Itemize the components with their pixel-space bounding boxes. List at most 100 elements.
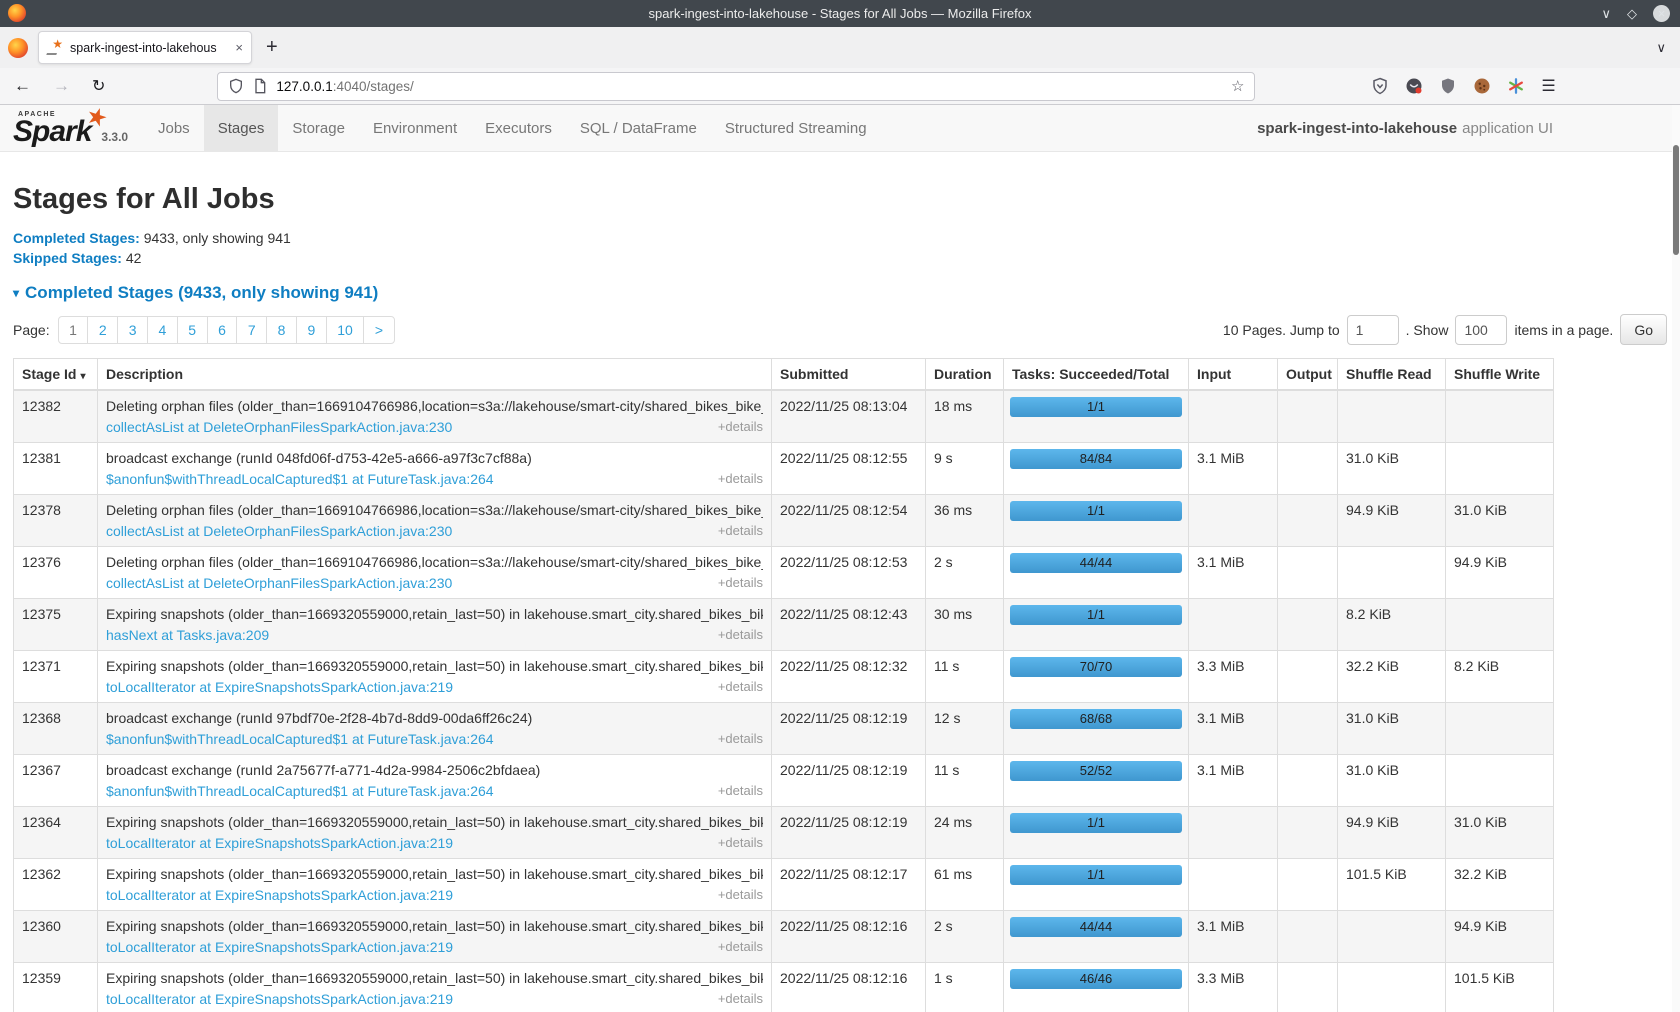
stage-callsite-link[interactable]: toLocalIterator at ExpireSnapshotsSparkA… [106,679,453,695]
details-toggle[interactable]: +details [718,783,763,799]
tasks-cell: 84/84 [1004,443,1189,495]
nav-item-executors[interactable]: Executors [471,105,566,151]
stage-id: 12368 [14,703,98,755]
shuffle-write-cell [1446,703,1554,755]
extension-multicolor-asterisk-icon[interactable] [1507,77,1525,95]
skipped-stages-label[interactable]: Skipped Stages: [13,250,122,266]
window-close-button[interactable]: × [1653,5,1670,22]
shuffle-read-cell: 31.0 KiB [1338,755,1446,807]
details-toggle[interactable]: +details [718,679,763,695]
browser-toolbar: ← → ↻ 127.0.0.1:4040/stages/ ☆ [0,68,1680,105]
collapse-caret-icon[interactable]: ▾ [13,286,19,300]
stage-callsite-link[interactable]: collectAsList at DeleteOrphanFilesSparkA… [106,419,452,435]
nav-item-jobs[interactable]: Jobs [144,105,204,151]
tab-close-icon[interactable]: × [235,40,243,55]
go-button[interactable]: Go [1620,314,1667,345]
column-header-submitted[interactable]: Submitted [772,359,926,391]
details-toggle[interactable]: +details [718,575,763,591]
pagination-page-4[interactable]: 4 [147,316,178,344]
pagination-page-6[interactable]: 6 [207,316,238,344]
browser-tab[interactable]: ★ spark-ingest-into-lakehous × [38,31,252,64]
window-maximize-button[interactable]: ◇ [1627,7,1637,20]
column-header-stage-id[interactable]: Stage Id▾ [14,359,98,391]
extension-cookie-icon[interactable] [1473,77,1491,95]
details-toggle[interactable]: +details [718,627,763,643]
jump-to-page-input[interactable] [1347,315,1399,345]
column-header-tasks-succeeded-total[interactable]: Tasks: Succeeded/Total [1004,359,1189,391]
extension-shield-check-icon[interactable] [1371,77,1389,95]
show-text: . Show [1406,322,1449,338]
url-bar[interactable]: 127.0.0.1:4040/stages/ ☆ [217,72,1255,101]
nav-item-environment[interactable]: Environment [359,105,471,151]
details-toggle[interactable]: +details [718,523,763,539]
tracking-protection-shield-icon[interactable] [228,78,244,94]
column-header-input[interactable]: Input [1189,359,1278,391]
spark-logo[interactable]: APACHE Spark ★ 3.3.0 [0,105,136,151]
stage-callsite-link[interactable]: $anonfun$withThreadLocalCaptured$1 at Fu… [106,471,494,487]
forward-button[interactable]: → [53,76,70,96]
stage-callsite-link[interactable]: toLocalIterator at ExpireSnapshotsSparkA… [106,887,453,903]
pagination-page-7[interactable]: 7 [236,316,267,344]
tab-bar: ★ spark-ingest-into-lakehous × + ∨ [0,27,1680,68]
reload-button[interactable]: ↻ [92,76,105,96]
tasks-cell: 52/52 [1004,755,1189,807]
tab-list-chevron-icon[interactable]: ∨ [1656,40,1666,56]
pagination-page-2[interactable]: 2 [87,316,118,344]
details-toggle[interactable]: +details [718,991,763,1007]
shuffle-write-cell [1446,599,1554,651]
stage-callsite-link[interactable]: toLocalIterator at ExpireSnapshotsSparkA… [106,991,453,1007]
extension-privacy-badge-icon[interactable] [1405,77,1423,95]
window-minimize-button[interactable]: ∨ [1601,7,1611,20]
stage-callsite-link[interactable]: collectAsList at DeleteOrphanFilesSparkA… [106,523,452,539]
submitted-cell: 2022/11/25 08:12:19 [772,703,926,755]
completed-stages-label[interactable]: Completed Stages: [13,230,140,246]
pagination-page-9[interactable]: 9 [296,316,327,344]
stage-callsite-link[interactable]: $anonfun$withThreadLocalCaptured$1 at Fu… [106,783,494,799]
shuffle-write-cell: 8.2 KiB [1446,651,1554,703]
stage-id: 12381 [14,443,98,495]
pagination-page-10[interactable]: 10 [326,316,365,344]
new-tab-button[interactable]: + [266,36,278,59]
details-toggle[interactable]: +details [718,939,763,955]
table-row: 12364Expiring snapshots (older_than=1669… [14,807,1554,859]
menu-hamburger-icon[interactable]: ☰ [1541,76,1555,96]
output-cell [1278,495,1338,547]
details-toggle[interactable]: +details [718,835,763,851]
page-info-icon[interactable] [252,78,268,94]
column-header-shuffle-write[interactable]: Shuffle Write [1446,359,1554,391]
column-header-description[interactable]: Description [98,359,772,391]
stage-callsite-link[interactable]: toLocalIterator at ExpireSnapshotsSparkA… [106,835,453,851]
tasks-progress-bar: 44/44 [1010,553,1182,573]
stage-callsite-link[interactable]: hasNext at Tasks.java:209 [106,627,269,643]
completed-stages-section-header[interactable]: ▾ Completed Stages (9433, only showing 9… [13,283,1667,303]
nav-item-structured-streaming[interactable]: Structured Streaming [711,105,881,151]
pagination-page-1[interactable]: 1 [58,316,89,344]
details-toggle[interactable]: +details [718,471,763,487]
output-cell [1278,859,1338,911]
nav-item-stages[interactable]: Stages [204,105,279,151]
stage-callsite-link[interactable]: $anonfun$withThreadLocalCaptured$1 at Fu… [106,731,494,747]
column-header-duration[interactable]: Duration [926,359,1004,391]
tasks-cell: 44/44 [1004,547,1189,599]
bookmark-star-icon[interactable]: ☆ [1231,77,1244,95]
pagination-page-3[interactable]: 3 [117,316,148,344]
details-toggle[interactable]: +details [718,419,763,435]
details-toggle[interactable]: +details [718,887,763,903]
scrollbar[interactable] [1672,105,1680,1012]
pagination-next-button[interactable]: > [363,316,394,344]
nav-item-sql-dataframe[interactable]: SQL / DataFrame [566,105,711,151]
column-header-output[interactable]: Output [1278,359,1338,391]
column-header-shuffle-read[interactable]: Shuffle Read [1338,359,1446,391]
back-button[interactable]: ← [14,76,31,96]
items-per-page-input[interactable] [1455,315,1507,345]
stage-callsite-link[interactable]: toLocalIterator at ExpireSnapshotsSparkA… [106,939,453,955]
pagination-page-8[interactable]: 8 [266,316,297,344]
stage-callsite-link[interactable]: collectAsList at DeleteOrphanFilesSparkA… [106,575,452,591]
extension-ublock-shield-icon[interactable] [1439,77,1457,95]
input-cell: 3.3 MiB [1189,963,1278,1012]
nav-item-storage[interactable]: Storage [278,105,359,151]
scrollbar-thumb[interactable] [1673,145,1679,255]
pagination-page-5[interactable]: 5 [177,316,208,344]
duration-cell: 2 s [926,911,1004,963]
details-toggle[interactable]: +details [718,731,763,747]
